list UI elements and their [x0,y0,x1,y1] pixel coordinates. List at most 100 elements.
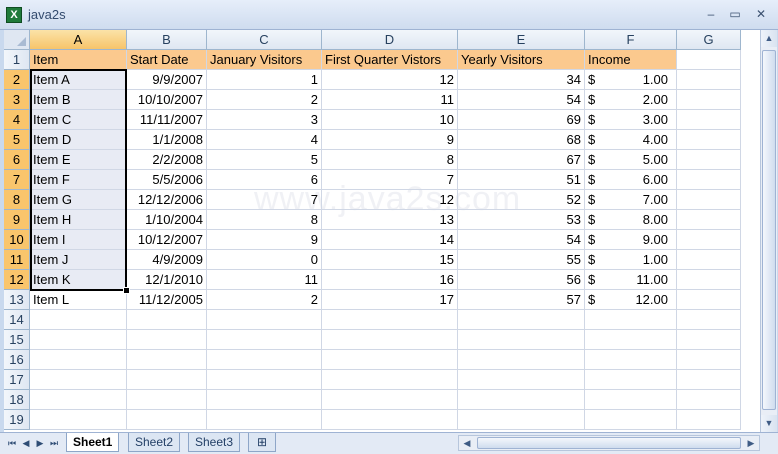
column-header-c[interactable]: C [207,30,322,50]
vertical-scrollbar[interactable]: ▲ ▼ [760,30,777,432]
cell-g10[interactable] [677,230,741,250]
cell-a8[interactable]: Item G [30,190,127,210]
row-header-15[interactable]: 15 [4,330,30,350]
cell-e1[interactable]: Yearly Visitors [458,50,585,70]
cell-c12[interactable]: 11 [207,270,322,290]
cell-f11[interactable]: $1.00 [585,250,677,270]
cell-f3[interactable]: $2.00 [585,90,677,110]
cell-c18[interactable] [207,390,322,410]
cell-g6[interactable] [677,150,741,170]
cell-c8[interactable]: 7 [207,190,322,210]
cell-d3[interactable]: 11 [322,90,458,110]
cell-e6[interactable]: 67 [458,150,585,170]
cell-g7[interactable] [677,170,741,190]
excel-icon[interactable]: X [6,7,22,23]
cell-a14[interactable] [30,310,127,330]
cell-a15[interactable] [30,330,127,350]
row-header-10[interactable]: 10 [4,230,30,250]
cell-d9[interactable]: 13 [322,210,458,230]
horizontal-scrollbar[interactable]: ◀ ▶ [458,435,760,451]
cell-f10[interactable]: $9.00 [585,230,677,250]
cell-d14[interactable] [322,310,458,330]
cell-b1[interactable]: Start Date [127,50,207,70]
cell-c17[interactable] [207,370,322,390]
cell-g8[interactable] [677,190,741,210]
minimize-button[interactable]: – [702,6,720,22]
cell-f18[interactable] [585,390,677,410]
cell-f5[interactable]: $4.00 [585,130,677,150]
cell-d17[interactable] [322,370,458,390]
cell-g14[interactable] [677,310,741,330]
column-header-e[interactable]: E [458,30,585,50]
cell-d6[interactable]: 8 [322,150,458,170]
scroll-down-arrow-icon[interactable]: ▼ [761,415,777,432]
cell-a5[interactable]: Item D [30,130,127,150]
cell-b10[interactable]: 10/12/2007 [127,230,207,250]
cell-f2[interactable]: $1.00 [585,70,677,90]
cell-a7[interactable]: Item F [30,170,127,190]
cell-g4[interactable] [677,110,741,130]
cell-e12[interactable]: 56 [458,270,585,290]
cell-a6[interactable]: Item E [30,150,127,170]
cell-c16[interactable] [207,350,322,370]
cell-d7[interactable]: 7 [322,170,458,190]
cell-c13[interactable]: 2 [207,290,322,310]
cell-e2[interactable]: 34 [458,70,585,90]
cell-a4[interactable]: Item C [30,110,127,130]
cell-c3[interactable]: 2 [207,90,322,110]
row-header-19[interactable]: 19 [4,410,30,430]
cell-c19[interactable] [207,410,322,430]
cell-b12[interactable]: 12/1/2010 [127,270,207,290]
cell-f15[interactable] [585,330,677,350]
cell-f13[interactable]: $12.00 [585,290,677,310]
last-sheet-icon[interactable]: ⏭ [48,436,60,450]
cell-a11[interactable]: Item J [30,250,127,270]
row-header-18[interactable]: 18 [4,390,30,410]
cell-b6[interactable]: 2/2/2008 [127,150,207,170]
cell-b2[interactable]: 9/9/2007 [127,70,207,90]
cell-a3[interactable]: Item B [30,90,127,110]
select-all-corner[interactable] [4,30,30,50]
cell-a2[interactable]: Item A [30,70,127,90]
cell-e8[interactable]: 52 [458,190,585,210]
cell-g1[interactable] [677,50,741,70]
row-header-5[interactable]: 5 [4,130,30,150]
vertical-scroll-thumb[interactable] [762,50,776,410]
cell-g15[interactable] [677,330,741,350]
cell-f19[interactable] [585,410,677,430]
cell-f17[interactable] [585,370,677,390]
horizontal-scroll-thumb[interactable] [477,437,741,449]
cell-e9[interactable]: 53 [458,210,585,230]
cell-b16[interactable] [127,350,207,370]
cell-d11[interactable]: 15 [322,250,458,270]
row-header-13[interactable]: 13 [4,290,30,310]
cell-b18[interactable] [127,390,207,410]
cell-f4[interactable]: $3.00 [585,110,677,130]
cell-d16[interactable] [322,350,458,370]
cell-d5[interactable]: 9 [322,130,458,150]
row-header-4[interactable]: 4 [4,110,30,130]
column-header-a[interactable]: A [30,30,127,50]
cell-e4[interactable]: 69 [458,110,585,130]
cell-d8[interactable]: 12 [322,190,458,210]
cell-f1[interactable]: Income [585,50,677,70]
close-button[interactable]: ✕ [752,6,770,22]
cell-f8[interactable]: $7.00 [585,190,677,210]
scroll-right-arrow-icon[interactable]: ▶ [743,436,759,450]
cell-d15[interactable] [322,330,458,350]
cell-d10[interactable]: 14 [322,230,458,250]
row-header-14[interactable]: 14 [4,310,30,330]
cell-b13[interactable]: 11/12/2005 [127,290,207,310]
cell-d13[interactable]: 17 [322,290,458,310]
cell-e10[interactable]: 54 [458,230,585,250]
cell-a16[interactable] [30,350,127,370]
cell-b7[interactable]: 5/5/2006 [127,170,207,190]
column-header-b[interactable]: B [127,30,207,50]
cell-a9[interactable]: Item H [30,210,127,230]
row-header-12[interactable]: 12 [4,270,30,290]
scroll-left-arrow-icon[interactable]: ◀ [459,436,475,450]
cell-g13[interactable] [677,290,741,310]
row-header-9[interactable]: 9 [4,210,30,230]
row-header-16[interactable]: 16 [4,350,30,370]
cell-a19[interactable] [30,410,127,430]
